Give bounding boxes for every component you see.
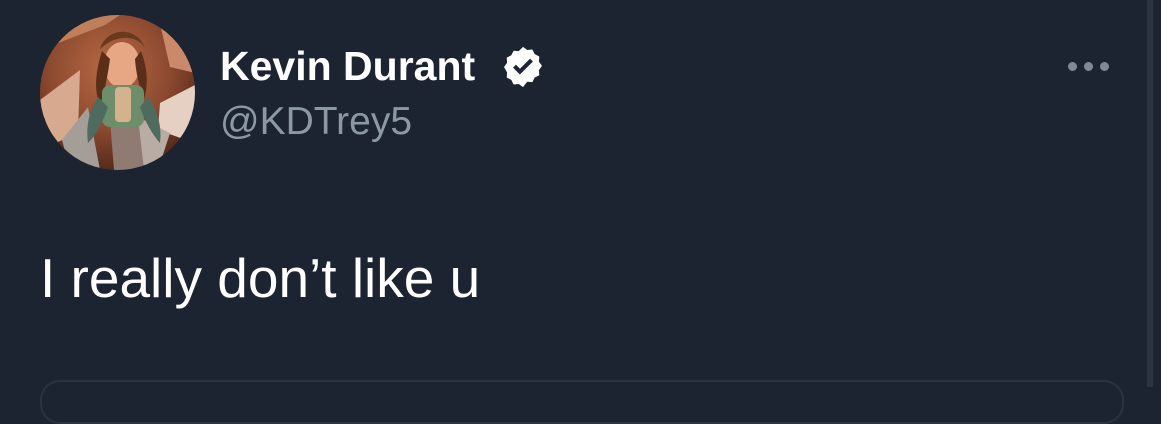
verified-badge-icon [504,46,542,88]
more-horizontal-icon [1099,61,1109,71]
more-horizontal-icon [1083,61,1093,71]
scrollbar[interactable] [1147,0,1153,387]
avatar-image [40,15,195,170]
tweet-text: I really don’t like u [40,247,481,309]
tweet-card: Kevin Durant @KDTrey5 I really don’t lik… [0,0,1161,424]
more-options-button[interactable] [1060,48,1116,84]
more-horizontal-icon [1067,61,1077,71]
handle[interactable]: @KDTrey5 [220,99,412,145]
avatar[interactable] [40,15,195,170]
display-name[interactable]: Kevin Durant [220,41,475,91]
